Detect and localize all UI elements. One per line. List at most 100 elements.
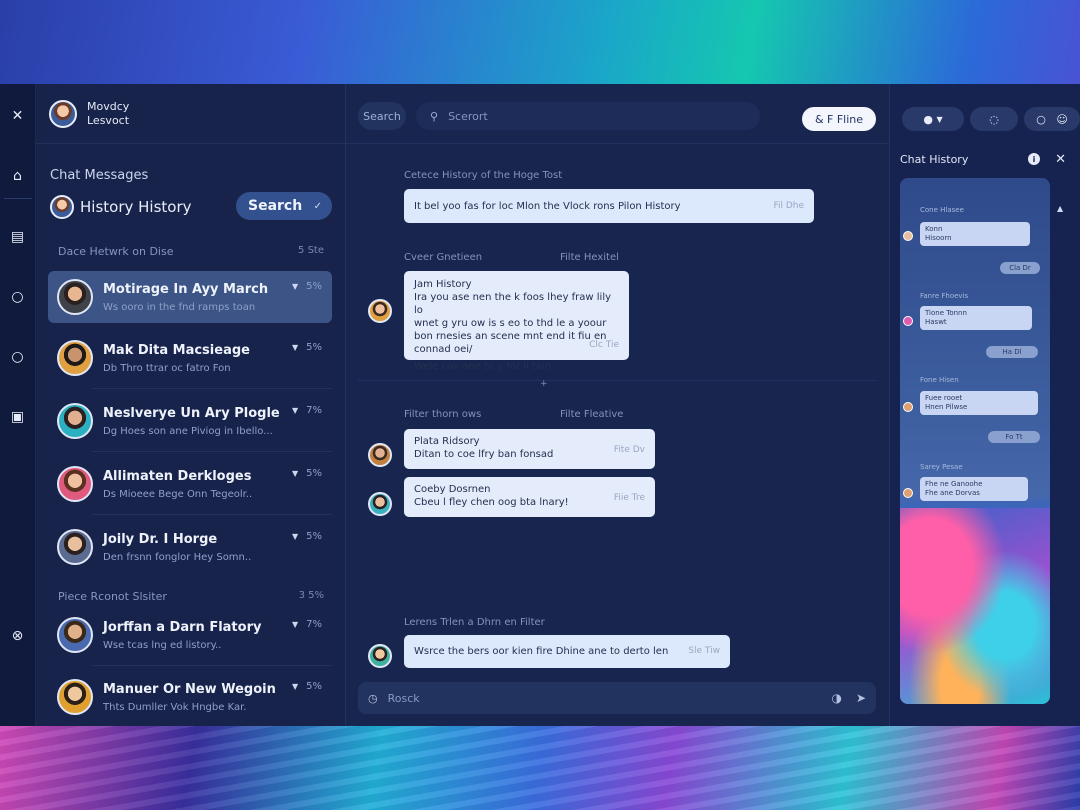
avatar [57, 403, 93, 439]
list-item[interactable]: Mak Dita Macsieage Db Thro ttrar oc fatro… [48, 332, 332, 384]
list-item[interactable]: Manuer Or New Wegoin Thts Dumller Vok Hng… [48, 671, 332, 723]
desktop-wallpaper [0, 726, 1080, 810]
avatar [903, 488, 913, 498]
list-item[interactable]: Jorffan a Darn Flatory Wse tcas lng ed li… [48, 609, 332, 661]
avatar [57, 466, 93, 502]
clock-icon[interactable]: ◷ [368, 692, 378, 705]
close-icon[interactable]: ⊗ [8, 626, 28, 646]
caret-down-icon[interactable]: ▼ [292, 343, 298, 352]
emoji-icon[interactable]: ◑ [831, 691, 841, 705]
history-row: History History Search ✓ [50, 192, 332, 222]
preview-label: Cone Hlasee [920, 206, 964, 214]
thread-label: Lerens Trlen a Dhrn en Filter [404, 617, 545, 628]
message-bubble[interactable]: Wsrce the bers oor kien fire Dhine ane t… [404, 635, 730, 668]
avatar [57, 679, 93, 715]
circle-icon[interactable]: ○ [8, 287, 28, 307]
close-icon[interactable]: ✕ [8, 106, 28, 126]
list-divider [92, 388, 332, 389]
circle-icon: ○ [1036, 112, 1046, 126]
group-label: Piece Rconot Slsiter 3 5% [58, 590, 324, 603]
send-icon[interactable]: ➤ [856, 691, 866, 705]
bell-icon: ⚲ [430, 109, 439, 123]
section-title: Chat Messages [50, 168, 149, 183]
circle-icon[interactable]: ○ [8, 347, 28, 367]
inbox-icon[interactable]: ▤ [8, 227, 28, 247]
caret-down-icon[interactable]: ▼ [292, 682, 298, 691]
message-bubble[interactable]: Jam History Ira you ase nen the k foos l… [404, 271, 629, 372]
conversation-meta: ▼ 7% [292, 405, 322, 416]
panel-title: Chat History [900, 152, 969, 166]
list-item[interactable]: Neslverye Un Ary Plogle Dg Hoes son ane P… [48, 395, 332, 447]
conversation-meta-value: 5% [306, 468, 322, 479]
caret-down-icon[interactable]: ▼ [292, 406, 298, 415]
caret-down-icon[interactable]: ▼ [292, 282, 298, 291]
bell-icon: ◌ [989, 112, 999, 126]
message-line: Ditan to coe lfry ban fonsad [414, 449, 554, 460]
list-item[interactable]: Motirage In Ayy March Ws ooro in the fnd … [48, 271, 332, 323]
avatar [903, 231, 913, 241]
avatar [57, 617, 93, 653]
conversation-meta: ▼ 7% [292, 619, 322, 630]
search-tab-button[interactable]: Search [358, 102, 406, 130]
preview-label: Sarey Pesae [920, 463, 963, 471]
preview-bubble: Fhe ne Ganoohe Fhe ane Dorvas [920, 477, 1028, 501]
conversation-meta-value: 5% [306, 342, 322, 353]
message-bubble[interactable]: It bel yoo fas for loc Mlon the Vlock ro… [404, 189, 814, 223]
chat-history-preview[interactable]: Cone Hlasee Konn Hisoorn Cla Dr Fanre Fh… [900, 178, 1050, 704]
filter-button[interactable]: & F Fline [802, 107, 876, 131]
message-time: Fite Dv [613, 445, 645, 455]
conversation-name: Joily Dr. I Horge [103, 531, 218, 547]
message-time: Fiie Tre [613, 493, 645, 503]
conversation-preview: Den frsnn fonglor Hey Somn.. [103, 551, 252, 563]
list-item[interactable]: Joily Dr. I Horge Den frsnn fonglor Hey S… [48, 521, 332, 573]
conversation-meta: ▼ 5% [292, 531, 322, 542]
info-icon[interactable]: i [1028, 153, 1040, 165]
conversation-name: Neslverye Un Ary Plogle [103, 405, 280, 421]
message-bubble[interactable]: Coeby Dosrnen Cbeu l fley chen oog bta l… [404, 477, 655, 517]
message-time: Sle Tiw [688, 646, 720, 656]
avatar [57, 529, 93, 565]
preview-bubble: Konn Hisoorn [920, 222, 1030, 246]
avatar [903, 402, 913, 412]
conversation-preview: Ds Mioeee Bege Onn Tegeolr.. [103, 488, 253, 500]
preview-pill: Fo Tt [988, 431, 1040, 443]
caret-down-icon[interactable]: ▼ [292, 469, 298, 478]
preview-bubble: Fuee rooet Hnen Pilwse [920, 391, 1038, 415]
settings-buttons[interactable]: ○ ☺ [1024, 107, 1080, 131]
conversation-meta-value: 7% [306, 405, 322, 416]
message-text: Wsrce the bers oor kien fire Dhine ane t… [414, 646, 669, 657]
panel-scroll-arrow[interactable]: ▲ [1057, 204, 1063, 213]
list-divider [92, 451, 332, 452]
conversation-meta: ▼ 5% [292, 468, 322, 479]
notification-button[interactable]: ◌ [970, 107, 1018, 131]
thread-label: Cetece History of the Hoge Tost [404, 170, 563, 181]
search-input[interactable]: ⚲ Scerort [416, 102, 760, 130]
caret-down-icon[interactable]: ▼ [292, 532, 298, 541]
conversation-name: Manuer Or New Wegoin [103, 681, 276, 697]
close-icon[interactable]: ✕ [1055, 152, 1066, 167]
search-button-label: Search [248, 198, 303, 214]
gallery-icon[interactable]: ▣ [8, 407, 28, 427]
message-line: wnet g yru ow is s eo to thd le a yoour [414, 318, 607, 329]
avatar [50, 195, 74, 219]
user-name: Movdcy [87, 99, 130, 113]
user-profile[interactable]: Movdcy Lesvoct [36, 84, 345, 144]
group-count: 5 Ste [298, 245, 324, 256]
search-button[interactable]: Search ✓ [236, 192, 332, 220]
thread-label: Filter thorn ows [404, 409, 482, 420]
search-input-placeholder: Scerort [448, 109, 488, 123]
conversation-preview: Wse tcas lng ed listory.. [103, 639, 222, 651]
home-icon[interactable]: ⌂ [8, 166, 28, 186]
thread-divider [358, 380, 877, 381]
message-time: Clc Tie [589, 340, 619, 350]
avatar [57, 279, 93, 315]
status-dropdown[interactable]: ● ▼ [902, 107, 964, 131]
preview-bubble: Tione Tonnn Haswt [920, 306, 1032, 330]
caret-down-icon[interactable]: ▼ [292, 620, 298, 629]
thread-label: Cveer Gnetieen [404, 252, 483, 263]
message-composer[interactable]: ◷ Rosck ◑ ➤ [358, 682, 876, 714]
message-bubble[interactable]: Plata Ridsory Ditan to coe lfry ban fons… [404, 429, 655, 469]
message-text: It bel yoo fas for loc Mlon the Vlock ro… [414, 201, 681, 212]
list-item[interactable]: Allimaten Derkloges Ds Mioeee Bege Onn Te… [48, 458, 332, 510]
group-label-text: Piece Rconot Slsiter [58, 590, 167, 603]
